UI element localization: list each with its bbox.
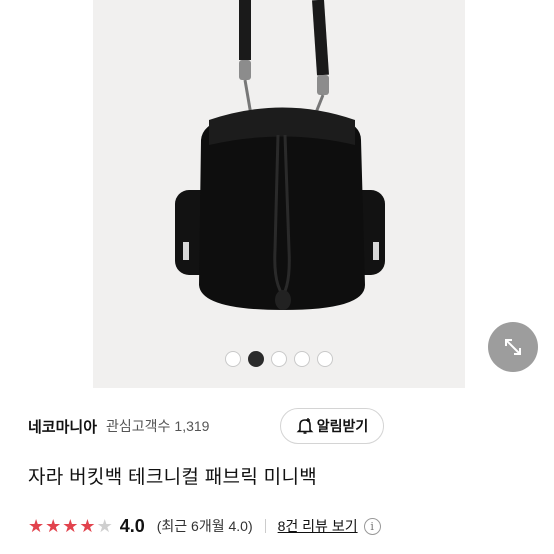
divider bbox=[264, 519, 266, 533]
info-icon[interactable]: i bbox=[363, 517, 381, 535]
product-image-gallery[interactable] bbox=[93, 0, 465, 388]
rating-score: 4.0 bbox=[119, 515, 145, 536]
seller-name[interactable]: 네코마니아 bbox=[28, 416, 97, 437]
star-filled-icon: ★ bbox=[62, 516, 79, 536]
alarm-subscribe-button[interactable]: 알림받기 bbox=[280, 408, 384, 444]
gallery-pagination bbox=[93, 351, 465, 367]
bell-plus-icon bbox=[296, 418, 314, 434]
product-title: 자라 버킷백 테크니컬 패브릭 미니백 bbox=[28, 467, 318, 488]
gallery-dot-3[interactable] bbox=[271, 351, 287, 367]
alarm-button-label: 알림받기 bbox=[316, 418, 369, 434]
star-filled-icon: ★ bbox=[45, 516, 62, 536]
product-photo bbox=[175, 0, 385, 310]
gallery-dot-2[interactable] bbox=[248, 351, 264, 367]
expand-arrows-icon bbox=[505, 339, 521, 355]
rating-summary: ★ ★ ★ ★ ★ 4.0 (최근 6개월 4.0) 8건 리뷰 보기 i bbox=[28, 512, 381, 540]
star-empty-icon: ★ bbox=[96, 516, 113, 536]
follower-label: 관심고객수 bbox=[106, 418, 171, 434]
recent-rating: (최근 6개월 4.0) bbox=[156, 518, 253, 534]
follower-count: 1,319 bbox=[174, 418, 210, 434]
expand-image-button[interactable] bbox=[488, 322, 538, 372]
gallery-dot-5[interactable] bbox=[317, 351, 333, 367]
gallery-dot-4[interactable] bbox=[294, 351, 310, 367]
gallery-dot-1[interactable] bbox=[225, 351, 241, 367]
star-filled-icon: ★ bbox=[79, 516, 96, 536]
seller-info: 네코마니아 관심고객수 1,319 알림받기 bbox=[28, 408, 384, 444]
star-filled-icon: ★ bbox=[28, 516, 45, 536]
review-link[interactable]: 8건 리뷰 보기 bbox=[278, 516, 358, 536]
rating-stars: ★ ★ ★ ★ ★ bbox=[28, 517, 113, 535]
